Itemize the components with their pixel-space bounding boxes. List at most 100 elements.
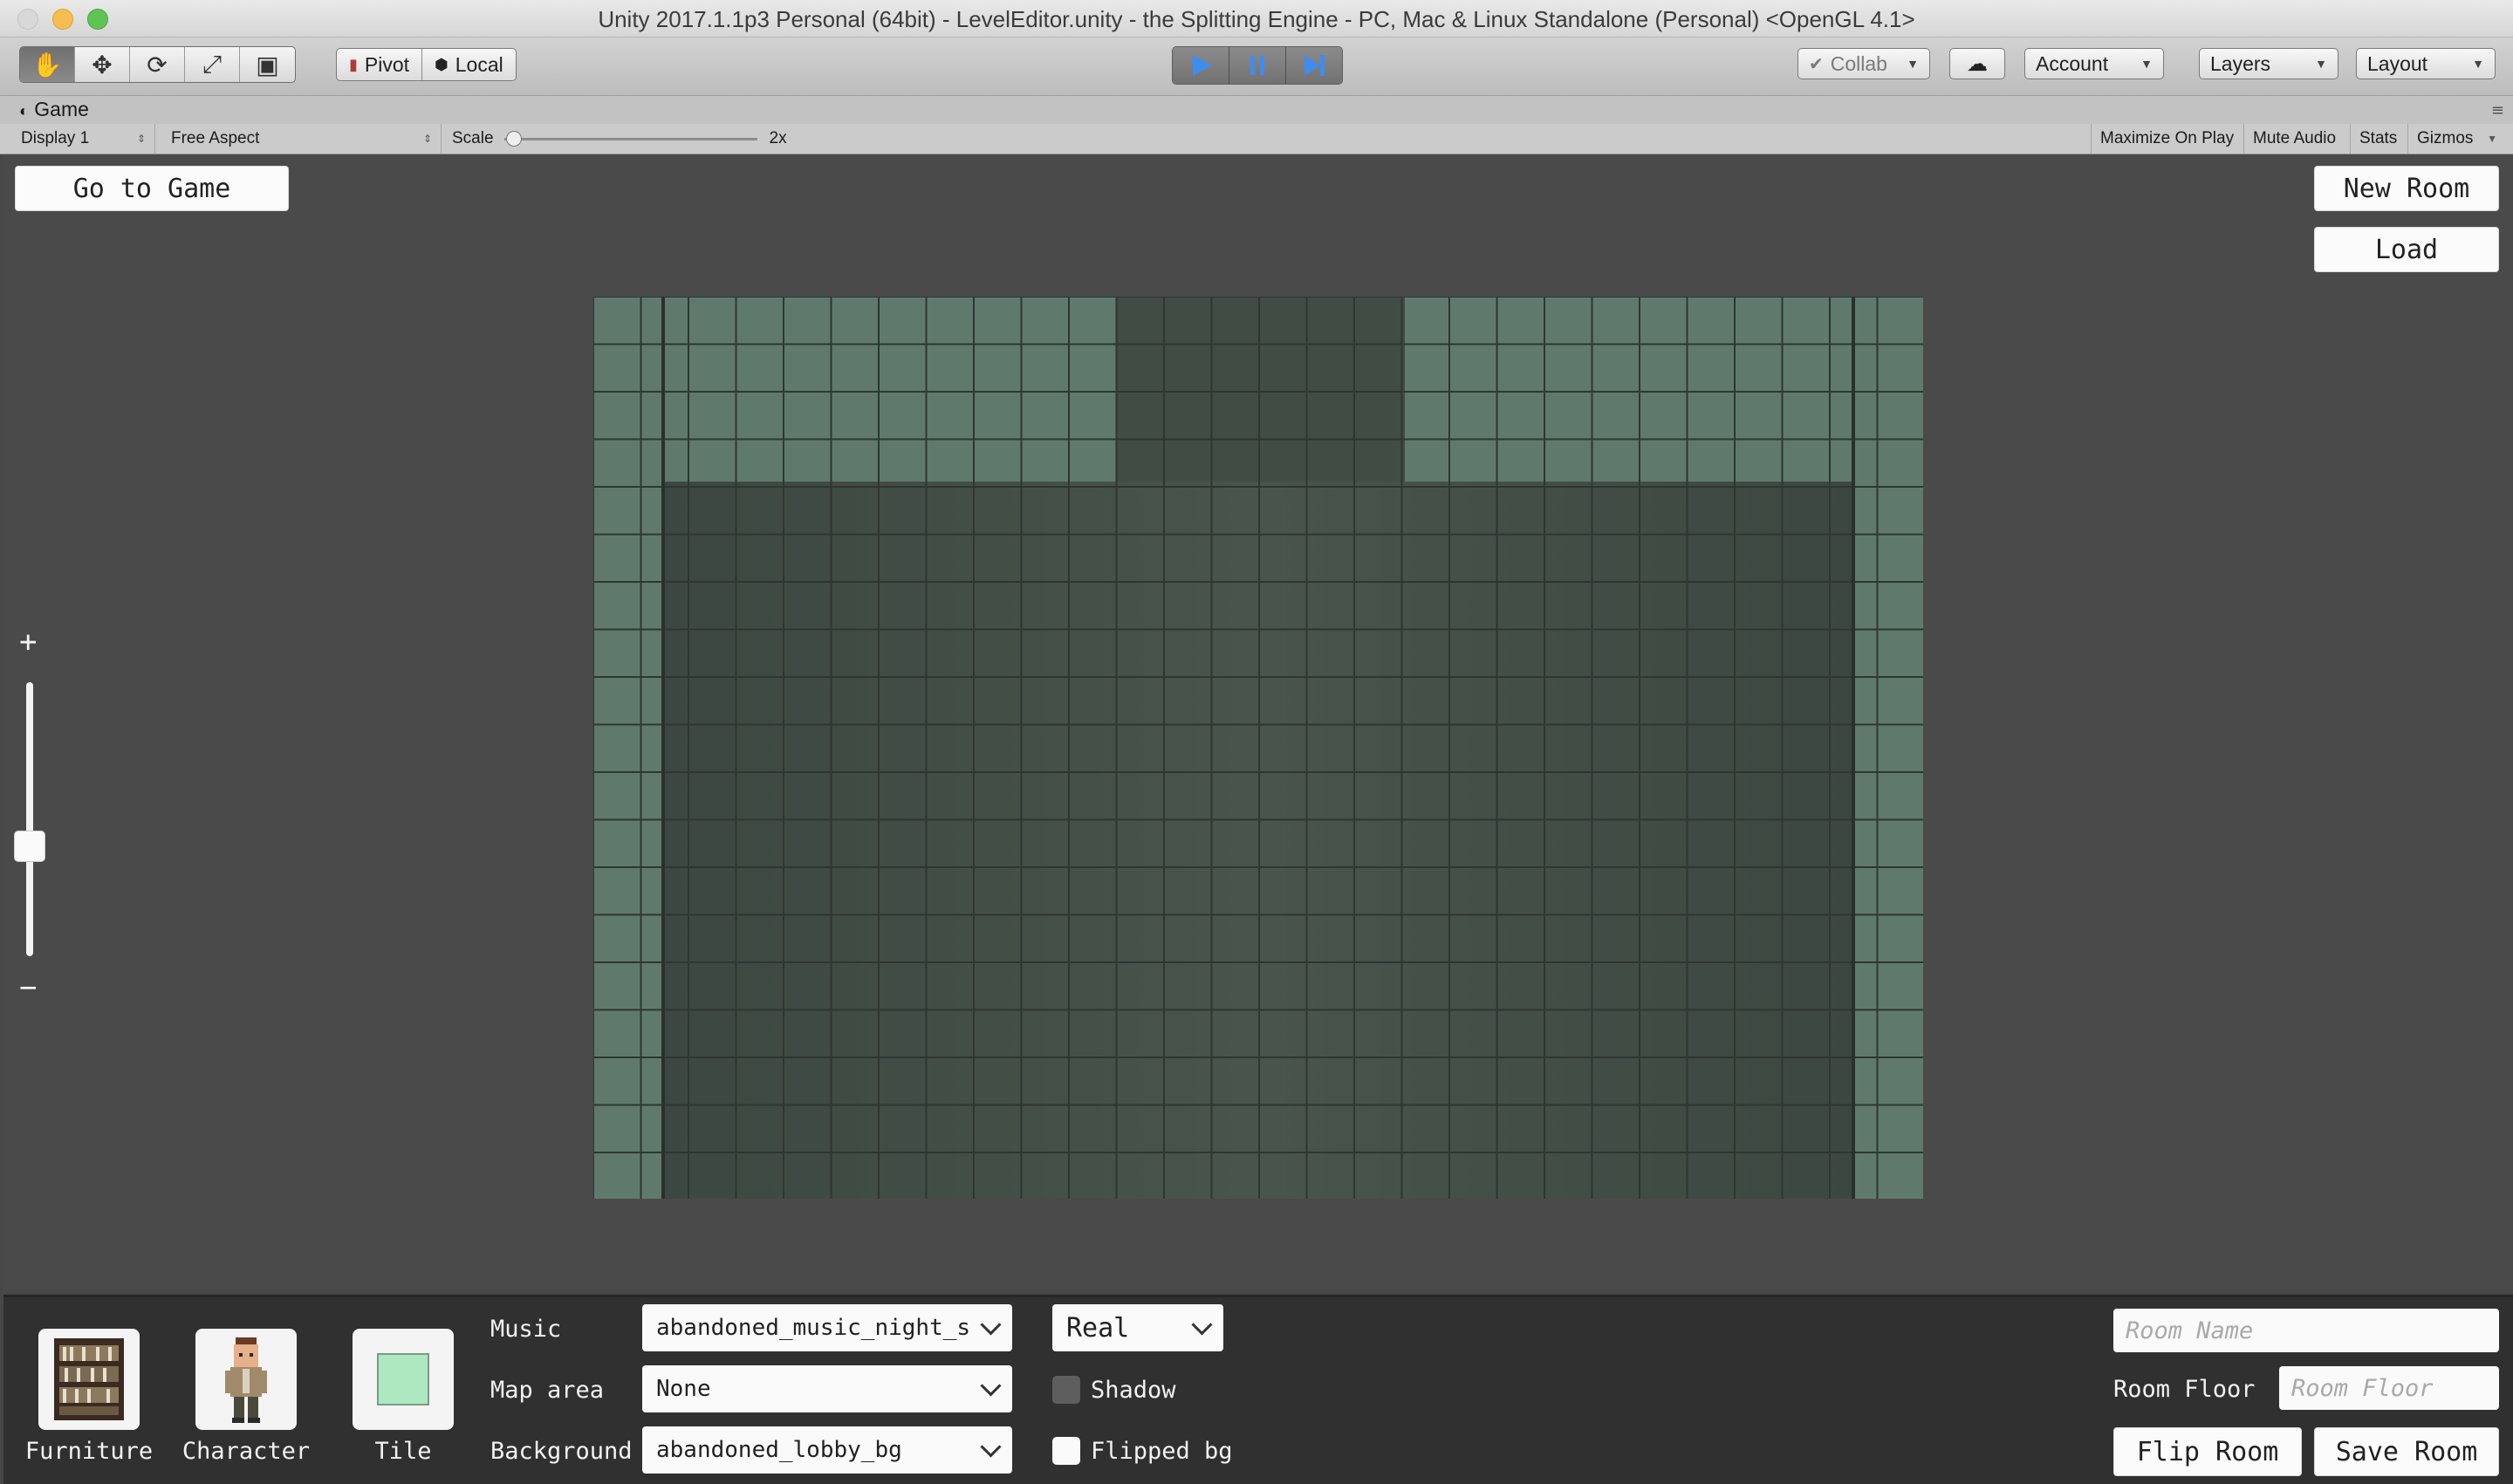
playback-controls — [1172, 46, 1343, 85]
pivot-icon: ▮ — [349, 55, 358, 73]
window-title-bar: Unity 2017.1.1p3 Personal (64bit) - Leve… — [0, 0, 2513, 38]
cloud-button[interactable]: ☁ — [1949, 48, 2005, 79]
local-label: Local — [455, 52, 503, 76]
flip-room-button[interactable]: Flip Room — [2113, 1427, 2302, 1476]
pivot-button[interactable]: ▮ Pivot — [337, 49, 423, 80]
shadow-checkbox[interactable] — [1052, 1376, 1080, 1404]
tab-game-label: Game — [34, 98, 89, 120]
collab-label: Collab — [1830, 51, 1887, 75]
dropdown-arrow-icon: ▼ — [1907, 57, 1919, 71]
new-room-button[interactable]: New Room — [2314, 166, 2499, 211]
room-tile-grid — [593, 297, 1923, 1199]
scale-slider-thumb[interactable] — [505, 131, 522, 147]
check-icon: ✔ — [1809, 54, 1824, 74]
time-mode-dropdown[interactable]: Real — [1052, 1304, 1223, 1351]
scale-tool-button[interactable]: ⤢ — [185, 47, 240, 82]
zoom-slider[interactable] — [26, 682, 33, 956]
music-label: Music — [490, 1316, 562, 1343]
pause-icon — [1250, 56, 1264, 75]
rotate-tool-button[interactable]: ⟳ — [130, 47, 185, 82]
time-mode-value: Real — [1066, 1312, 1130, 1344]
music-value: abandoned_music_night_s — [656, 1315, 971, 1341]
stats-toggle[interactable]: Stats — [2351, 124, 2408, 154]
unity-toolbar: ✋ ✥ ⟳ ⤢ ▣ ▮ Pivot ⬢ Local ✔ Collab ▼ ☁ A… — [0, 38, 2513, 96]
shadow-label: Shadow — [1091, 1377, 1176, 1404]
maximize-on-play-toggle[interactable]: Maximize On Play — [2091, 124, 2244, 154]
dropdown-arrow-icon: ▼ — [2487, 133, 2497, 145]
go-to-game-button[interactable]: Go to Game — [15, 166, 289, 211]
map-area-label: Map area — [490, 1377, 605, 1404]
mute-audio-label: Mute Audio — [2253, 129, 2337, 147]
chevron-down-icon — [980, 1313, 1002, 1336]
display-dropdown[interactable]: Display 1 ⇕ — [12, 124, 155, 154]
room-name-input[interactable]: Room Name — [2113, 1309, 2499, 1352]
room-floor-label: Room Floor — [2113, 1376, 2256, 1403]
game-tab-bar: ◐ Game ≡ — [0, 96, 2513, 125]
load-button[interactable]: Load — [2314, 227, 2499, 272]
maximize-on-play-label: Maximize On Play — [2100, 129, 2235, 147]
character-label: Character — [181, 1438, 311, 1465]
scale-slider[interactable] — [503, 130, 757, 147]
local-button[interactable]: ⬢ Local — [422, 49, 516, 80]
map-area-dropdown[interactable]: None — [642, 1365, 1012, 1412]
cube-icon: ⬢ — [435, 55, 449, 73]
zoom-out-button[interactable]: − — [19, 970, 37, 1005]
music-dropdown[interactable]: abandoned_music_night_s — [642, 1304, 1012, 1351]
flipped-bg-checkbox[interactable] — [1052, 1437, 1080, 1465]
character-icon — [225, 1337, 267, 1423]
tab-menu-icon[interactable]: ≡ — [2491, 101, 2504, 120]
pivot-label: Pivot — [364, 52, 410, 76]
zoom-in-button[interactable]: + — [19, 625, 37, 660]
scale-icon: ⤢ — [202, 50, 223, 79]
layout-dropdown[interactable]: Layout ▼ — [2356, 48, 2496, 79]
step-button[interactable] — [1286, 47, 1342, 84]
gizmos-label: Gizmos — [2417, 129, 2474, 147]
room-floor-input[interactable]: Room Floor — [2279, 1366, 2499, 1410]
transform-tools: ✋ ✥ ⟳ ⤢ ▣ — [19, 46, 296, 83]
tile-icon — [377, 1353, 429, 1405]
display-label: Display 1 — [21, 129, 90, 147]
scale-control: Scale 2x — [443, 124, 810, 154]
background-value: abandoned_lobby_bg — [656, 1437, 902, 1463]
save-room-button[interactable]: Save Room — [2314, 1427, 2499, 1476]
map-area-value: None — [656, 1376, 711, 1402]
chevron-down-icon — [980, 1435, 1002, 1458]
cloud-icon: ☁ — [1967, 51, 1988, 76]
background-dropdown[interactable]: abandoned_lobby_bg — [642, 1426, 1012, 1474]
stats-label: Stats — [2359, 129, 2398, 147]
collab-button[interactable]: ✔ Collab ▼ — [1797, 48, 1930, 79]
account-label: Account — [2036, 51, 2109, 75]
furniture-label: Furniture — [24, 1438, 154, 1465]
move-tool-button[interactable]: ✥ — [75, 47, 130, 82]
updown-arrow-icon: ⇕ — [136, 133, 146, 145]
updown-arrow-icon: ⇕ — [422, 133, 432, 145]
chevron-down-icon — [1191, 1313, 1213, 1336]
dropdown-arrow-icon: ▼ — [2315, 57, 2327, 71]
furniture-palette-button[interactable] — [38, 1329, 140, 1430]
tile-palette-button[interactable] — [353, 1329, 454, 1430]
play-button[interactable] — [1173, 47, 1229, 84]
rotate-icon: ⟳ — [147, 50, 168, 79]
account-dropdown[interactable]: Account ▼ — [2024, 48, 2164, 79]
chevron-down-icon — [980, 1374, 1002, 1397]
mute-audio-toggle[interactable]: Mute Audio — [2244, 124, 2351, 154]
game-view-controls: Display 1 ⇕ Free Aspect ⇕ Scale 2x Maxim… — [0, 124, 2513, 154]
dropdown-arrow-icon: ▼ — [2140, 57, 2153, 71]
scale-label: Scale — [452, 129, 494, 147]
character-palette-button[interactable] — [195, 1329, 297, 1430]
room-preview[interactable] — [593, 297, 1923, 1199]
background-label: Background — [490, 1438, 633, 1465]
hand-tool-button[interactable]: ✋ — [20, 47, 75, 82]
layers-dropdown[interactable]: Layers ▼ — [2199, 48, 2338, 79]
dropdown-arrow-icon: ▼ — [2472, 57, 2484, 71]
zoom-slider-thumb[interactable] — [14, 831, 45, 863]
step-icon — [1304, 55, 1325, 76]
gizmos-dropdown[interactable]: Gizmos ▼ — [2408, 124, 2506, 154]
pause-button[interactable] — [1229, 47, 1286, 84]
pivot-local-toggles: ▮ Pivot ⬢ Local — [336, 48, 517, 81]
aspect-dropdown[interactable]: Free Aspect ⇕ — [162, 124, 442, 154]
rect-tool-button[interactable]: ▣ — [240, 47, 295, 82]
tab-game[interactable]: ◐ Game — [19, 98, 89, 121]
tile-label: Tile — [374, 1438, 432, 1465]
layout-label: Layout — [2367, 51, 2428, 75]
